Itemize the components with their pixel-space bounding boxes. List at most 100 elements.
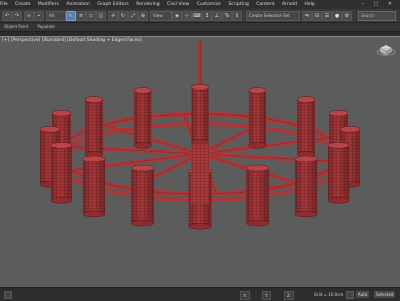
candle-top bbox=[39, 126, 61, 133]
selected-label: Selected bbox=[376, 292, 394, 297]
candle-shading bbox=[133, 90, 152, 146]
candle bbox=[130, 164, 155, 227]
named-selection-value: Create Selection Set bbox=[249, 13, 290, 18]
auto-key-label: Auto bbox=[358, 292, 368, 297]
percent-snap-icon[interactable]: % bbox=[222, 11, 232, 21]
pivot-center-icon[interactable]: ◈ bbox=[172, 11, 182, 21]
candle-bottom bbox=[327, 197, 350, 204]
candle-shading bbox=[84, 99, 103, 155]
select-by-name-icon[interactable]: ≡ bbox=[76, 11, 86, 21]
perspective-viewport[interactable]: [+] [Perspective] [Standard] [Default Sh… bbox=[0, 36, 400, 288]
window-controls[interactable]: – ▢ ✕ bbox=[361, 0, 396, 9]
rotate-icon[interactable]: ↻ bbox=[118, 11, 128, 21]
candle-top bbox=[327, 142, 350, 149]
y-coordinate-field[interactable]: Y: bbox=[262, 291, 272, 300]
candle-shading bbox=[131, 168, 154, 224]
candle bbox=[294, 155, 318, 218]
candle-bottom bbox=[133, 142, 152, 149]
menu-bar: File Create Modifiers Animation Graph Ed… bbox=[0, 0, 400, 9]
candle-bottom bbox=[294, 210, 318, 218]
candle-shading bbox=[246, 168, 269, 224]
menu-rendering[interactable]: Rendering bbox=[136, 0, 159, 9]
candle-bottom bbox=[245, 219, 270, 227]
y-label: Y: bbox=[265, 293, 269, 298]
menu-modifiers[interactable]: Modifiers bbox=[38, 0, 59, 9]
ribbon-tab-populate[interactable]: Populate bbox=[37, 23, 54, 31]
z-label: Z: bbox=[287, 293, 292, 298]
menu-civil-view[interactable]: Civil View bbox=[167, 0, 189, 9]
candle-top bbox=[245, 164, 270, 172]
select-manipulate-icon[interactable]: ⊹ bbox=[182, 11, 192, 21]
candle-shading bbox=[297, 99, 316, 155]
scale-icon[interactable]: ⤢ bbox=[128, 11, 138, 21]
ribbon-tab-object-paint[interactable]: Object Paint bbox=[4, 23, 28, 31]
menu-animation[interactable]: Animation bbox=[66, 0, 89, 9]
move-icon[interactable]: ✛ bbox=[108, 11, 118, 21]
main-toolbar: ↶ ↷ ∞ ⌁ All ↖ ≡ ▭ ◫ ✛ ↻ ⤢ ⊕ View ◈ ⊹ ⌨ 3… bbox=[0, 9, 400, 23]
menu-help[interactable]: Help bbox=[304, 0, 314, 9]
search-placeholder: Search bbox=[361, 13, 375, 18]
candle-top bbox=[133, 87, 152, 94]
menu-content[interactable]: Content bbox=[256, 0, 274, 9]
candle-bottom bbox=[248, 142, 267, 149]
candle-top bbox=[339, 126, 361, 133]
chandelier-candles bbox=[39, 84, 361, 230]
selected-dropdown[interactable]: Selected bbox=[374, 291, 396, 298]
candle-top bbox=[84, 96, 104, 103]
selection-filter-value: All bbox=[49, 13, 54, 18]
candle-top bbox=[248, 87, 267, 94]
placement-icon[interactable]: ⊕ bbox=[138, 11, 148, 21]
play-icon[interactable] bbox=[346, 291, 354, 299]
candle-shading bbox=[328, 145, 350, 201]
z-coordinate-field[interactable]: Z: bbox=[284, 291, 295, 300]
candle-shading bbox=[50, 145, 72, 201]
menu-graph-editors[interactable]: Graph Editors bbox=[97, 0, 129, 9]
candle-shading bbox=[191, 87, 209, 143]
candle bbox=[191, 84, 209, 146]
grid-size-text: Grid = 10.0cm bbox=[314, 292, 344, 297]
candle bbox=[82, 155, 106, 218]
menu-customize[interactable]: Customize bbox=[197, 0, 221, 9]
mirror-icon[interactable]: ⇋ bbox=[302, 11, 312, 21]
layer-explorer-icon[interactable]: ☰ bbox=[322, 11, 332, 21]
search-input[interactable]: Search bbox=[358, 11, 396, 21]
maxscript-listener-icon[interactable] bbox=[4, 291, 12, 299]
select-object-icon[interactable]: ↖ bbox=[66, 11, 76, 21]
undo-icon[interactable]: ↶ bbox=[2, 11, 12, 21]
candle-top bbox=[294, 155, 318, 163]
chandelier-model[interactable] bbox=[0, 37, 400, 288]
unlink-icon[interactable]: ⌁ bbox=[34, 11, 44, 21]
candle bbox=[248, 87, 267, 149]
menu-scripting[interactable]: Scripting bbox=[228, 0, 248, 9]
render-setup-icon[interactable]: ⚙ bbox=[342, 11, 352, 21]
snap-toggle-icon[interactable]: 3 bbox=[202, 11, 212, 21]
candle bbox=[327, 142, 350, 204]
candle-top bbox=[82, 155, 106, 163]
candle-top bbox=[50, 142, 73, 149]
candle-bottom bbox=[188, 223, 212, 230]
redo-icon[interactable]: ↷ bbox=[12, 11, 22, 21]
keyboard-shortcut-icon[interactable]: ⌨ bbox=[192, 11, 202, 21]
rectangle-selection-icon[interactable]: ▭ bbox=[86, 11, 96, 21]
candle-bottom bbox=[82, 210, 106, 218]
auto-key-button[interactable]: Auto bbox=[356, 291, 370, 298]
spinner-snap-icon[interactable]: ⇕ bbox=[232, 11, 242, 21]
candle-shading bbox=[82, 158, 105, 214]
link-icon[interactable]: ∞ bbox=[24, 11, 34, 21]
angle-snap-icon[interactable]: ∠ bbox=[212, 11, 222, 21]
window-crossing-icon[interactable]: ◫ bbox=[96, 11, 106, 21]
x-coordinate-field[interactable]: X: bbox=[240, 291, 251, 300]
selection-filter-dropdown[interactable]: All bbox=[46, 11, 66, 21]
candle-top bbox=[191, 84, 209, 91]
material-editor-icon[interactable]: ● bbox=[332, 11, 342, 21]
reference-coord-dropdown[interactable]: View bbox=[150, 11, 172, 21]
menu-file[interactable]: File bbox=[0, 0, 8, 9]
candle-shading bbox=[248, 90, 267, 146]
named-selection-dropdown[interactable]: Create Selection Set bbox=[246, 11, 300, 21]
menu-arnold[interactable]: Arnold bbox=[282, 0, 297, 9]
ribbon-bar: Object Paint Populate bbox=[0, 23, 400, 32]
candle bbox=[50, 142, 73, 204]
reference-coord-value: View bbox=[153, 13, 163, 18]
menu-create[interactable]: Create bbox=[15, 0, 30, 9]
align-icon[interactable]: ⊟ bbox=[312, 11, 322, 21]
